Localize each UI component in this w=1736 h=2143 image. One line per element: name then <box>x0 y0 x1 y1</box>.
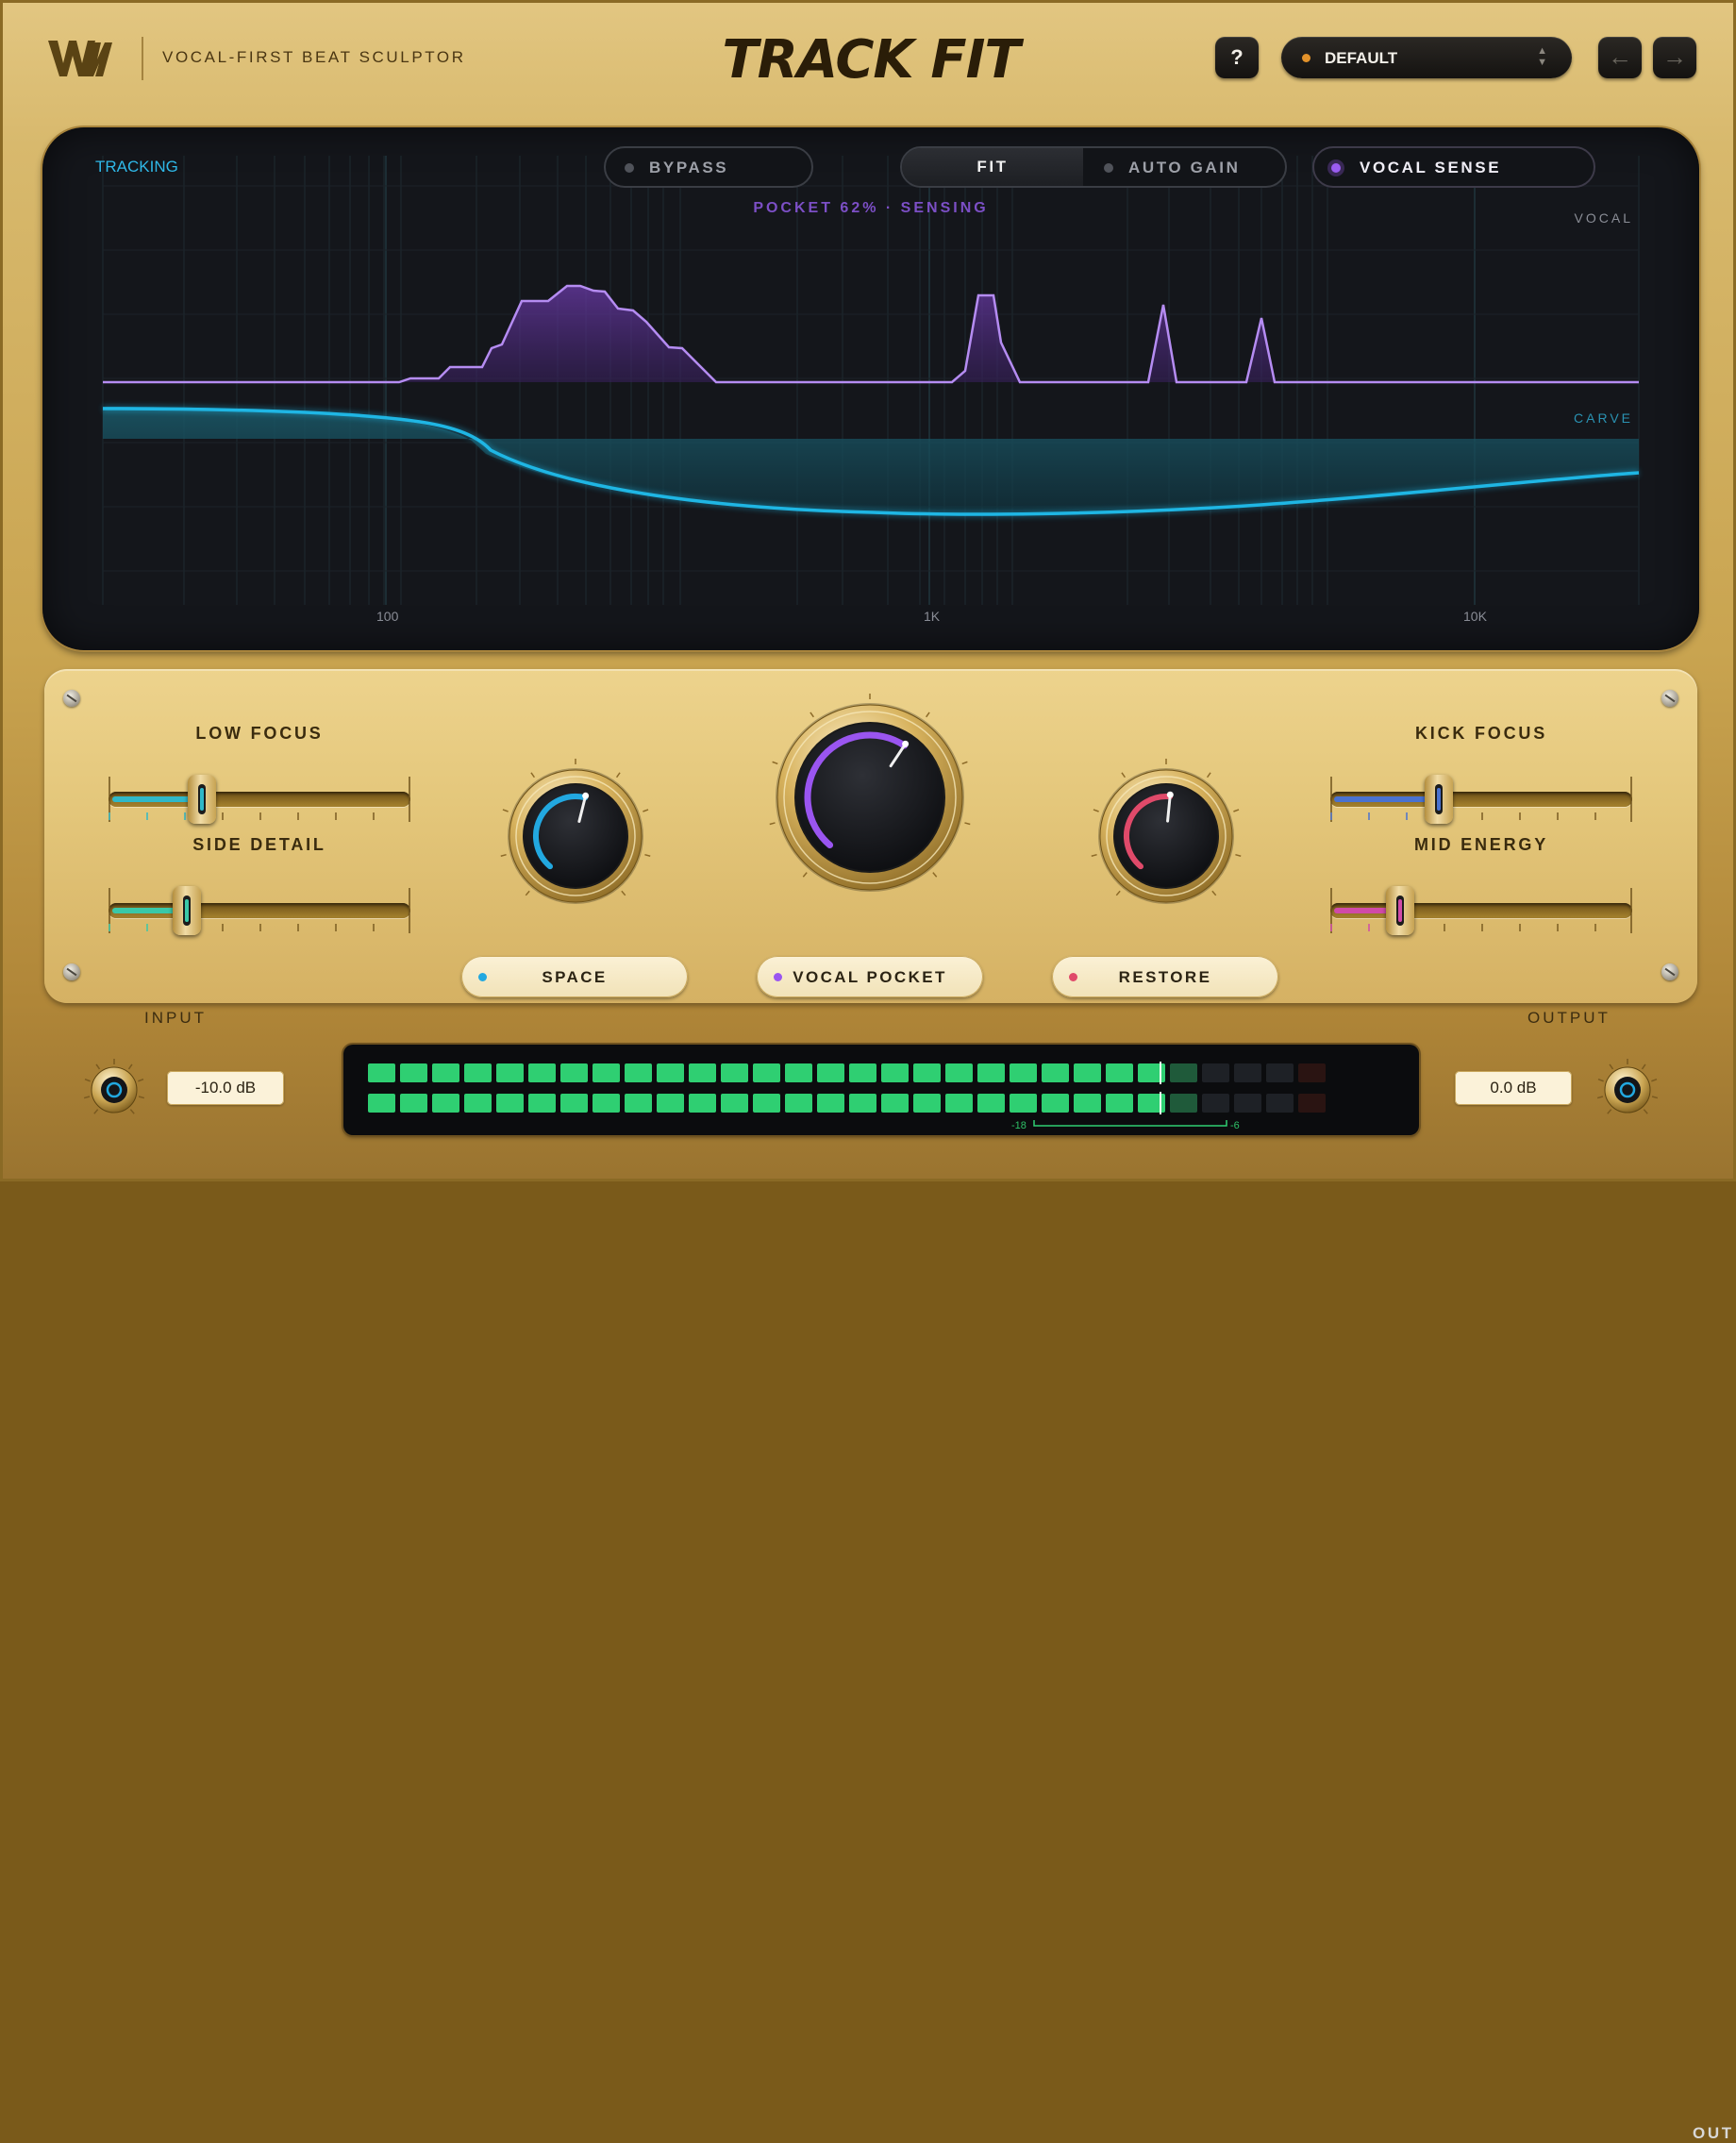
low-focus-slider[interactable] <box>108 773 410 829</box>
arrow-left-icon: ← <box>1608 42 1632 71</box>
output-gain-value[interactable]: 0.0 dB <box>1455 1071 1572 1105</box>
vocal-spectrum-fill <box>103 286 1639 382</box>
slider-thumb-indicator <box>200 788 205 811</box>
slider-thumb[interactable] <box>1385 886 1414 935</box>
input-gain-value[interactable]: -10.0 dB <box>167 1071 284 1105</box>
vocal-pocket-label: VOCAL POCKET <box>793 968 947 986</box>
mid-energy-slider[interactable] <box>1330 884 1632 941</box>
preset-status-dot <box>1302 54 1310 62</box>
bypass-indicator-led <box>625 163 634 173</box>
slider-thumb[interactable] <box>173 886 202 935</box>
side-detail-label: SIDE DETAIL <box>192 835 326 854</box>
kick-focus-label: KICK FOCUS <box>1415 724 1547 743</box>
screw-icon <box>63 690 80 707</box>
frequency-grid <box>102 156 1640 605</box>
slider-ticks <box>108 777 410 822</box>
input-label: INPUT <box>144 1009 207 1027</box>
vocal-sense-indicator-led <box>1331 163 1341 173</box>
input-gain-knob[interactable] <box>76 1052 152 1128</box>
spectrum-display: TRACKING BYPASS FIT AUTO GAIN VOCAL SENS… <box>42 127 1699 650</box>
bypass-label: BYPASS <box>649 159 729 176</box>
preset-name: DEFAULT <box>1325 49 1398 67</box>
screw-icon <box>1661 690 1678 707</box>
help-button[interactable]: ? <box>1215 37 1259 78</box>
output-gain-knob[interactable] <box>1590 1052 1665 1128</box>
output-label: OUTPUT <box>1527 1009 1611 1027</box>
vocal-spectrum-line <box>103 284 1639 384</box>
vocal-sense-label: VOCAL SENSE <box>1360 159 1502 176</box>
fit-mode-button[interactable]: FIT <box>902 148 1083 186</box>
preset-selector[interactable]: DEFAULT ▲ ▼ <box>1281 37 1572 78</box>
auto-gain-button[interactable]: AUTO GAIN <box>1083 148 1285 186</box>
restore-label: RESTORE <box>1118 968 1212 986</box>
vocal-pocket-knob[interactable] <box>757 684 983 911</box>
freq-label-10k: 10K <box>1463 609 1487 624</box>
slider-thumb[interactable] <box>188 775 217 824</box>
meter-segments <box>368 1062 1326 1127</box>
restore-knob[interactable] <box>1077 746 1256 926</box>
space-button[interactable]: SPACE <box>461 956 688 997</box>
vocal-pocket-button[interactable]: VOCAL POCKET <box>757 956 983 997</box>
carve-region <box>103 407 1639 514</box>
bypass-toggle[interactable]: BYPASS <box>604 146 813 188</box>
side-detail-slider[interactable] <box>108 884 410 941</box>
meter-range-low-label: -18 <box>1011 1120 1027 1131</box>
vocal-sense-toggle[interactable]: VOCAL SENSE <box>1312 146 1595 188</box>
freq-label-1k: 1K <box>924 609 941 624</box>
screw-icon <box>63 963 80 980</box>
fit-label: FIT <box>976 158 1009 176</box>
updown-chevron-icon: ▲ ▼ <box>1537 45 1547 68</box>
pocket-status-readout: POCKET 62% · SENSING <box>753 200 989 216</box>
tracking-label: TRACKING <box>95 158 178 176</box>
previous-preset-button[interactable]: ← <box>1598 37 1642 78</box>
slider-thumb[interactable] <box>1425 775 1454 824</box>
mid-energy-label: MID ENERGY <box>1413 835 1548 854</box>
slider-ticks <box>1330 777 1632 822</box>
freq-label-100: 100 <box>376 609 399 624</box>
slider-thumb-indicator <box>1397 899 1402 922</box>
restore-button[interactable]: RESTORE <box>1052 956 1278 997</box>
mode-segmented-control: FIT AUTO GAIN <box>900 146 1287 188</box>
slider-thumb-indicator <box>185 899 190 922</box>
output-level-meter: OUT -18 -6 <box>343 1045 1731 2142</box>
slider-thumb-indicator <box>1437 788 1442 811</box>
screw-icon <box>1661 963 1678 980</box>
slider-ticks <box>108 888 410 933</box>
vocal-trace-label: VOCAL <box>1574 210 1633 226</box>
arrow-right-icon: → <box>1662 42 1687 71</box>
next-preset-button[interactable]: → <box>1653 37 1696 78</box>
auto-gain-indicator-led <box>1104 163 1113 173</box>
kick-focus-slider[interactable] <box>1330 773 1632 829</box>
auto-gain-label: AUTO GAIN <box>1128 159 1241 176</box>
meter-out-label: OUT <box>1693 2124 1734 2142</box>
meter-range-high-label: -6 <box>1230 1120 1240 1131</box>
space-knob[interactable] <box>486 746 665 926</box>
low-focus-label: LOW FOCUS <box>195 724 324 743</box>
carve-trace-label: CARVE <box>1574 410 1633 426</box>
space-label: SPACE <box>542 968 608 986</box>
slider-ticks <box>1330 888 1632 933</box>
plugin-window: VOCAL-FIRST BEAT SCULPTOR TRACK FIT ? DE… <box>0 0 1736 2142</box>
